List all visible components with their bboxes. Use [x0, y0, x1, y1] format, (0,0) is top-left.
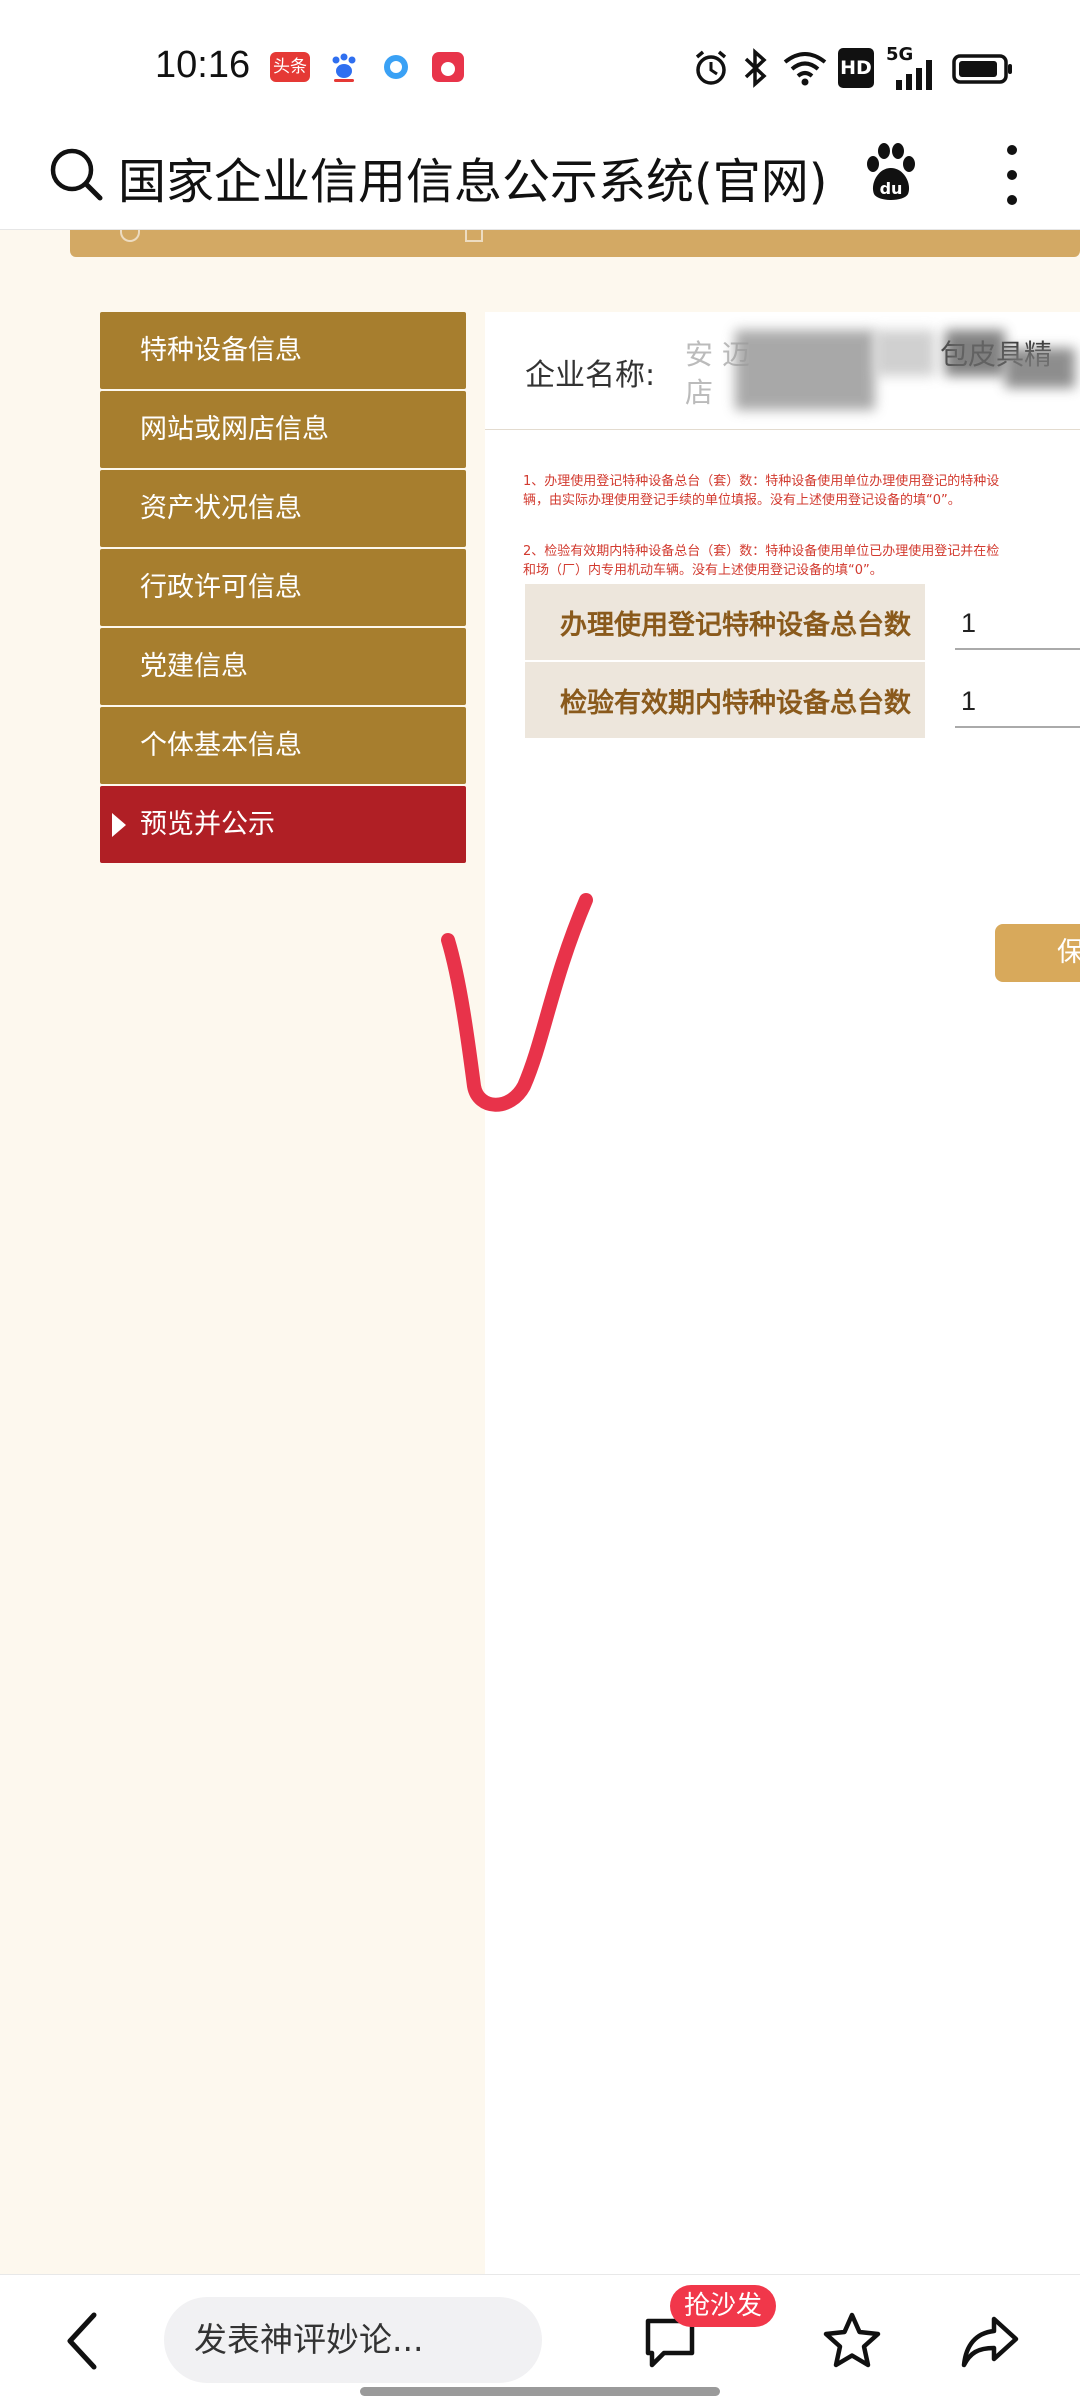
form-row: 检验有效期内特种设备总台数: [525, 662, 1080, 740]
menu-item-preview-publish[interactable]: 预览并公示: [100, 786, 466, 863]
toutiao-icon: 头条: [270, 52, 310, 82]
battery-icon: [952, 54, 1012, 84]
baidu-paw-icon: [332, 53, 356, 82]
active-arrow-icon: [112, 813, 126, 837]
wifi-icon: [783, 52, 827, 86]
strip-partial-icon: [120, 230, 140, 242]
share-icon[interactable]: [958, 2309, 1022, 2373]
comment-badge: 抢沙发: [670, 2285, 777, 2327]
video-app-icon: [432, 52, 464, 82]
instruction-note: 和场（厂）内专用机动车辆。没有上述使用登记设备的填“0”。: [523, 563, 883, 578]
toutiao-label: 头条: [273, 57, 307, 77]
registered-equipment-count-input[interactable]: [955, 598, 1080, 650]
baidu-paw-icon[interactable]: du: [860, 142, 922, 204]
menu-item-label: 个体基本信息: [140, 730, 302, 761]
browser-bottom-bar: 发表神评妙论... 抢沙发: [0, 2274, 1080, 2400]
hd-icon: HD: [838, 48, 874, 88]
browser-top-bar: 国家企业信用信息公示系统(官网) du: [0, 132, 1080, 230]
more-options-icon[interactable]: [1000, 140, 1024, 210]
company-name-label: 企业名称:: [525, 358, 656, 393]
field-label: 检验有效期内特种设备总台数: [525, 662, 925, 738]
menu-item-label: 预览并公示: [140, 809, 275, 840]
menu-item-label: 资产状况信息: [140, 493, 302, 524]
side-menu: 特种设备信息 网站或网店信息 资产状况信息 行政许可信息 党建信息 个体基本信息…: [100, 312, 466, 865]
menu-item-special-equipment[interactable]: 特种设备信息: [100, 312, 466, 389]
save-button[interactable]: 保: [995, 924, 1080, 982]
company-name-fragment: 店: [685, 376, 714, 409]
star-icon[interactable]: [820, 2309, 884, 2373]
company-name-row: 企业名称: 安 迈 包皮具精 店: [485, 312, 1080, 430]
back-icon[interactable]: [60, 2309, 104, 2373]
redaction-blur: [945, 330, 1005, 376]
page-title[interactable]: 国家企业信用信息公示系统(官网): [118, 142, 827, 212]
valid-inspection-equipment-count-input[interactable]: [955, 676, 1080, 728]
web-page: 特种设备信息 网站或网店信息 资产状况信息 行政许可信息 党建信息 个体基本信息…: [0, 230, 1080, 2274]
menu-item-label: 行政许可信息: [140, 572, 302, 603]
baidu-du-text: du: [880, 179, 903, 198]
menu-item-admin-license[interactable]: 行政许可信息: [100, 549, 466, 626]
quark-icon: [384, 55, 408, 79]
menu-item-label: 特种设备信息: [140, 335, 302, 366]
equipment-form-table: 办理使用登记特种设备总台数 检验有效期内特种设备总台数: [525, 584, 1080, 740]
bluetooth-icon: [744, 48, 767, 88]
field-cell: [925, 662, 1080, 738]
menu-item-basic-info[interactable]: 个体基本信息: [100, 707, 466, 784]
alarm-icon: [695, 50, 727, 85]
form-panel: 企业名称: 安 迈 包皮具精 店 1、办理使用登记特种设备总台（套）数：特种设备…: [485, 312, 1080, 2274]
field-label: 办理使用登记特种设备总台数: [525, 584, 925, 660]
5g-signal-icon: 5G: [886, 44, 936, 90]
status-bar: 10:16 头条 HD 5G: [0, 0, 1080, 132]
instruction-note: 辆，由实际办理使用登记手续的单位填报。没有上述使用登记设备的填“0”。: [523, 493, 961, 508]
comment-input[interactable]: 发表神评妙论...: [164, 2297, 542, 2383]
home-indicator[interactable]: [360, 2387, 720, 2396]
instruction-note: 1、办理使用登记特种设备总台（套）数：特种设备使用单位办理使用登记的特种设: [523, 474, 1000, 489]
menu-item-label: 网站或网店信息: [140, 414, 329, 445]
hd-label: HD: [840, 57, 872, 79]
instruction-note: 2、检验有效期内特种设备总台（套）数：特种设备使用单位已办理使用登记并在检: [523, 544, 1000, 559]
menu-item-party-building[interactable]: 党建信息: [100, 628, 466, 705]
menu-item-label: 党建信息: [140, 651, 248, 682]
save-button-label: 保: [1057, 937, 1080, 968]
status-time: 10:16: [155, 44, 251, 86]
field-cell: [925, 584, 1080, 660]
handwritten-check-mark: [441, 893, 593, 1112]
menu-item-assets[interactable]: 资产状况信息: [100, 470, 466, 547]
company-name-value: 安 迈 包皮具精 店: [675, 328, 1075, 418]
strip-partial-icon: [465, 230, 483, 242]
search-icon[interactable]: [46, 144, 106, 204]
redaction-blur: [735, 330, 875, 410]
form-row: 办理使用登记特种设备总台数: [525, 584, 1080, 662]
redaction-blur: [875, 330, 935, 376]
redaction-blur: [1005, 348, 1075, 388]
menu-item-website-shop[interactable]: 网站或网店信息: [100, 391, 466, 468]
page-top-strip: [70, 230, 1080, 257]
